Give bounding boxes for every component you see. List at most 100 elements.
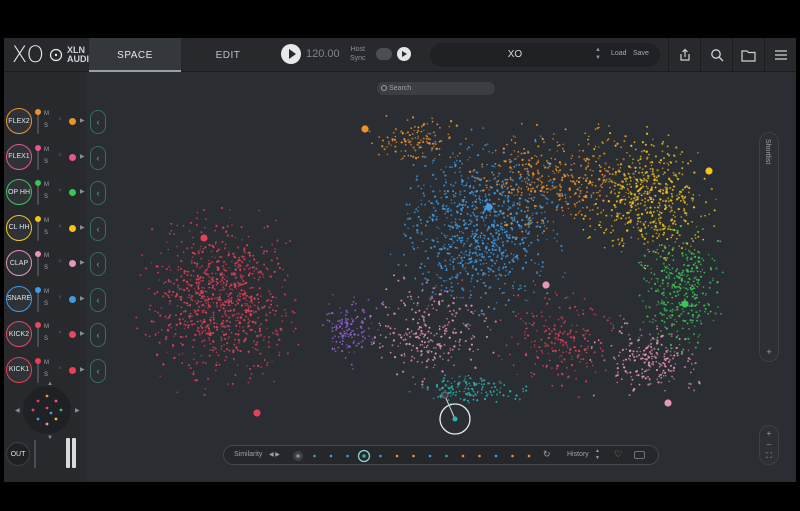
sample-point[interactable] [675, 160, 678, 163]
sample-point[interactable] [225, 320, 228, 323]
sample-point[interactable] [417, 328, 420, 331]
sample-point[interactable] [446, 248, 449, 251]
sample-point[interactable] [485, 251, 488, 254]
sample-point[interactable] [486, 325, 489, 328]
sample-point[interactable] [517, 171, 520, 173]
sample-point[interactable] [500, 237, 502, 240]
sample-point[interactable] [201, 309, 203, 312]
sample-point[interactable] [353, 351, 356, 353]
sample-point[interactable] [592, 170, 594, 172]
clap-selected-sample[interactable] [542, 281, 550, 289]
sample-point[interactable] [576, 188, 579, 191]
sample-point[interactable] [604, 229, 607, 232]
sample-point[interactable] [429, 216, 431, 219]
sample-point[interactable] [420, 329, 423, 332]
sample-point[interactable] [695, 264, 698, 268]
sample-point[interactable] [289, 240, 291, 242]
sample-point[interactable] [656, 209, 659, 212]
playhead-joystick[interactable] [23, 386, 71, 434]
sample-point[interactable] [645, 358, 648, 361]
sample-point[interactable] [480, 377, 483, 380]
track-color-dot[interactable] [69, 189, 76, 196]
sample-point[interactable] [247, 350, 250, 353]
sample-point[interactable] [195, 363, 198, 365]
sample-point[interactable] [509, 178, 513, 181]
sample-point[interactable] [562, 214, 565, 217]
sample-point[interactable] [346, 325, 349, 327]
sample-point[interactable] [660, 381, 663, 384]
sample-point[interactable] [534, 284, 536, 286]
sample-point[interactable] [460, 251, 463, 254]
sample-point[interactable] [341, 335, 344, 338]
sample-point[interactable] [390, 144, 393, 147]
sample-point[interactable] [577, 212, 580, 214]
sample-point[interactable] [661, 167, 664, 169]
sample-point[interactable] [607, 200, 610, 203]
sample-point[interactable] [589, 217, 591, 220]
sample-point[interactable] [218, 296, 221, 299]
sample-point[interactable] [453, 235, 456, 238]
sample-point[interactable] [218, 309, 221, 312]
sample-point[interactable] [680, 352, 683, 355]
sample-point[interactable] [220, 348, 223, 350]
sample-point[interactable] [651, 186, 653, 188]
sample-point[interactable] [516, 373, 519, 376]
sample-point[interactable] [672, 259, 675, 262]
sample-point[interactable] [465, 393, 469, 396]
sample-point[interactable] [637, 207, 640, 210]
sample-point[interactable] [495, 274, 497, 277]
sample-point[interactable] [211, 256, 213, 258]
sample-point[interactable] [561, 192, 563, 195]
step-dot[interactable] [478, 454, 481, 458]
sample-point[interactable] [656, 336, 659, 339]
sample-point[interactable] [249, 367, 252, 370]
sample-point[interactable] [240, 304, 244, 307]
sample-point[interactable] [561, 194, 564, 197]
sample-point[interactable] [465, 184, 468, 187]
sample-point[interactable] [647, 224, 650, 227]
sample-point[interactable] [665, 271, 668, 274]
sample-point[interactable] [427, 132, 429, 135]
sample-point[interactable] [591, 208, 594, 211]
sample-point[interactable] [261, 306, 264, 309]
sample-point[interactable] [564, 272, 566, 274]
sample-point[interactable] [510, 192, 513, 195]
sample-point[interactable] [493, 214, 497, 217]
sample-point[interactable] [500, 184, 503, 187]
sample-point[interactable] [346, 311, 349, 314]
sample-point[interactable] [159, 314, 162, 317]
sample-point[interactable] [552, 327, 555, 330]
sample-point[interactable] [468, 382, 471, 385]
sample-point[interactable] [545, 159, 548, 162]
sample-point[interactable] [640, 228, 643, 230]
sample-point[interactable] [435, 199, 438, 202]
sample-point[interactable] [213, 322, 215, 324]
sample-point[interactable] [421, 125, 423, 128]
sample-point[interactable] [228, 325, 231, 328]
sample-point[interactable] [246, 303, 249, 305]
sample-point[interactable] [394, 135, 397, 138]
sample-point[interactable] [148, 308, 151, 311]
sample-point[interactable] [249, 287, 252, 290]
shortlist-add-button[interactable]: + [760, 347, 778, 357]
sample-point[interactable] [472, 211, 474, 214]
sample-point[interactable] [636, 185, 639, 187]
sample-point[interactable] [654, 314, 657, 317]
sample-point[interactable] [423, 310, 426, 314]
sample-point[interactable] [500, 222, 503, 225]
sample-point[interactable] [619, 184, 622, 187]
sample-point[interactable] [446, 190, 450, 193]
sample-point[interactable] [433, 364, 436, 366]
sample-point[interactable] [526, 182, 529, 185]
sample-point[interactable] [674, 363, 677, 365]
sample-point[interactable] [464, 324, 467, 327]
sample-point[interactable] [465, 200, 468, 204]
sample-point[interactable] [652, 250, 655, 253]
sample-point[interactable] [649, 352, 652, 355]
sample-point[interactable] [441, 299, 444, 303]
sample-point[interactable] [248, 251, 251, 254]
sample-point[interactable] [561, 176, 564, 179]
sample-point[interactable] [549, 188, 552, 191]
sample-point[interactable] [193, 261, 196, 265]
sample-point[interactable] [351, 320, 354, 323]
